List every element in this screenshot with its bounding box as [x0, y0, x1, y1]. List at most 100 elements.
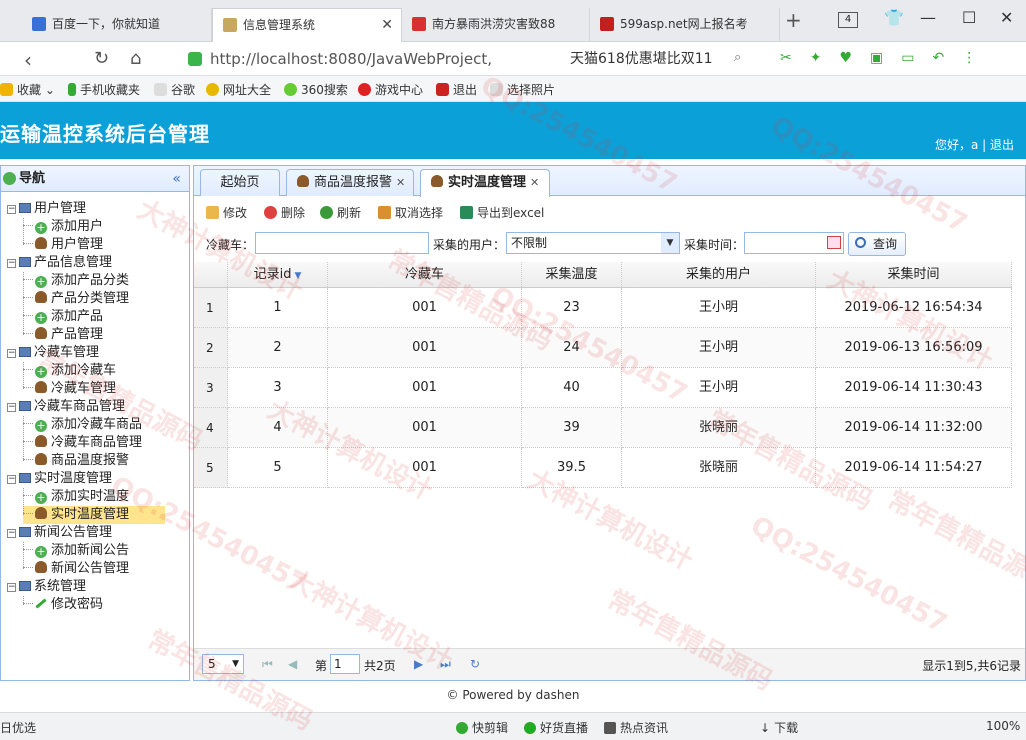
nav-group[interactable]: − 冷藏车管理	[7, 344, 99, 362]
truck-input[interactable]	[255, 232, 429, 254]
home-icon[interactable]: ⌂	[130, 48, 141, 69]
nav-item[interactable]: + 添加冷藏车	[23, 362, 116, 380]
collapse-toggle-icon[interactable]: −	[7, 205, 16, 214]
nav-item[interactable]: 商品温度报警	[23, 452, 129, 470]
status-left[interactable]: 日优选	[0, 719, 36, 736]
reload-icon[interactable]: ↻	[470, 657, 480, 671]
bookmark-sites[interactable]: 网址大全	[206, 81, 271, 98]
tab-count[interactable]: 4	[838, 12, 858, 28]
nav-item[interactable]: 修改密码	[23, 596, 103, 614]
prev-page-icon[interactable]: ◀	[288, 657, 297, 671]
nav-item[interactable]: + 添加产品	[23, 308, 103, 326]
logout-link[interactable]: 退出	[990, 138, 1014, 152]
column-header[interactable]: 采集的用户	[622, 262, 816, 287]
nav-group[interactable]: − 实时温度管理	[7, 470, 112, 488]
collapse-toggle-icon[interactable]: −	[7, 259, 16, 268]
extension-icons[interactable]: ✂✦♥▣▭↶⋮	[780, 50, 994, 66]
nav-item[interactable]: + 添加用户	[23, 218, 103, 236]
next-page-icon[interactable]: ▶	[414, 657, 423, 671]
nav-item[interactable]: 产品分类管理	[23, 290, 129, 308]
time-input[interactable]	[744, 232, 844, 254]
nav-item[interactable]: 新闻公告管理	[23, 560, 129, 578]
status-item[interactable]: ↓ 下载	[760, 719, 798, 736]
bookmark-exit[interactable]: 退出	[436, 81, 477, 98]
nav-item[interactable]: + 添加新闻公告	[23, 542, 129, 560]
chevron-down-icon[interactable]: ▼	[661, 233, 679, 253]
nav-group[interactable]: − 系统管理	[7, 578, 86, 596]
column-header[interactable]: 冷藏车	[328, 262, 522, 287]
column-header[interactable]: 采集温度	[522, 262, 622, 287]
url-field[interactable]: http://localhost:8080/JavaWebProject,	[180, 46, 548, 72]
bookmark-360[interactable]: 360搜索	[284, 81, 348, 98]
status-item[interactable]: 好货直播	[524, 719, 588, 736]
page-size-select[interactable]: 5 ▼	[202, 654, 244, 674]
search-icon[interactable]: ⌕	[734, 50, 741, 65]
last-page-icon[interactable]: ⏭	[440, 657, 451, 672]
minimize-icon[interactable]: —	[920, 8, 936, 27]
nav-group[interactable]: − 用户管理	[7, 200, 86, 218]
column-header[interactable]: 记录id ▼	[228, 262, 328, 287]
table-row[interactable]: 5 5 001 39.5 张晓丽 2019-06-14 11:54:27	[194, 448, 1012, 488]
zoom-level[interactable]: 100%	[986, 719, 1020, 733]
collapse-toggle-icon[interactable]: −	[7, 349, 16, 358]
user-select[interactable]: 不限制 ▼	[506, 232, 680, 254]
nav-item[interactable]: + 添加实时温度	[23, 488, 129, 506]
shirt-icon[interactable]: 👕	[884, 8, 904, 27]
close-icon[interactable]: ✕	[530, 176, 539, 189]
nav-item[interactable]: 冷藏车商品管理	[23, 434, 142, 452]
status-item[interactable]: 热点资讯	[604, 719, 668, 736]
nav-panel: 导航 « − 用户管理 + 添加用户 用户管理 − 产品信息管理 + 添加产品分类 产品分类管理 +…	[0, 165, 190, 681]
cancel-select-button[interactable]: 取消选择	[378, 204, 443, 221]
close-icon[interactable]: ✕	[381, 9, 393, 41]
tab-realtime-temp[interactable]: 实时温度管理 ✕	[420, 169, 550, 197]
table-row[interactable]: 2 2 001 24 王小明 2019-06-13 16:56:09	[194, 328, 1012, 368]
nav-item[interactable]: + 添加冷藏车商品	[23, 416, 142, 434]
export-excel-button[interactable]: 导出到excel	[460, 204, 544, 221]
collapse-toggle-icon[interactable]: −	[7, 403, 16, 412]
edit-button[interactable]: 修改	[206, 204, 247, 221]
window-close-icon[interactable]: ✕	[1000, 8, 1013, 27]
query-button[interactable]: 查询	[848, 232, 907, 256]
nav-item[interactable]: + 添加产品分类	[23, 272, 129, 290]
reload-icon[interactable]: ↻	[94, 48, 109, 69]
bookmark-favorites[interactable]: 收藏 ⌄	[0, 81, 55, 98]
bookmark-games[interactable]: 游戏中心	[358, 81, 423, 98]
nav-item[interactable]: 冷藏车管理	[23, 380, 116, 398]
tab-home[interactable]: 起始页	[200, 169, 280, 196]
table-row[interactable]: 1 1 001 23 王小明 2019-06-12 16:54:34	[194, 288, 1012, 328]
collapse-toggle-icon[interactable]: −	[7, 475, 16, 484]
new-tab-icon[interactable]: +	[785, 8, 802, 32]
nav-group[interactable]: − 冷藏车商品管理	[7, 398, 125, 416]
bookmark-mobile[interactable]: 手机收藏夹	[68, 81, 140, 98]
collapse-toggle-icon[interactable]: −	[7, 583, 16, 592]
globe-icon	[3, 172, 16, 185]
back-icon[interactable]: ‹	[24, 48, 32, 72]
collapse-toggle-icon[interactable]: −	[7, 529, 16, 538]
browser-tab-active[interactable]: 信息管理系统 ✕	[212, 8, 402, 42]
nav-item[interactable]: 用户管理	[23, 236, 103, 254]
refresh-button[interactable]: 刷新	[320, 204, 361, 221]
table-row[interactable]: 4 4 001 39 张晓丽 2019-06-14 11:32:00	[194, 408, 1012, 448]
nav-group[interactable]: − 产品信息管理	[7, 254, 112, 272]
row-number: 1	[194, 288, 228, 328]
table-row[interactable]: 3 3 001 40 王小明 2019-06-14 11:30:43	[194, 368, 1012, 408]
calendar-icon[interactable]	[827, 236, 841, 249]
nav-item[interactable]: 产品管理	[23, 326, 103, 344]
bookmark-google[interactable]: 谷歌	[154, 81, 195, 98]
search-field[interactable]: 天猫618优惠堪比双11	[560, 46, 750, 72]
bookmark-photos[interactable]: 选择照片	[490, 81, 555, 98]
column-header[interactable]: 采集时间	[816, 262, 1012, 287]
tab-temp-alarm[interactable]: 商品温度报警 ✕	[286, 169, 414, 196]
status-item[interactable]: 快剪辑	[456, 719, 508, 736]
nav-group[interactable]: − 新闻公告管理	[7, 524, 112, 542]
close-icon[interactable]: ✕	[396, 176, 405, 189]
browser-tab-baidu[interactable]: 百度一下，你就知道	[22, 8, 212, 42]
delete-button[interactable]: 删除	[264, 204, 305, 221]
first-page-icon[interactable]: ⏮	[262, 657, 273, 672]
page-input[interactable]: 1	[330, 654, 360, 674]
collapse-icon[interactable]: «	[172, 166, 181, 192]
browser-tab-news[interactable]: 南方暴雨洪涝灾害致88	[402, 8, 590, 42]
nav-item[interactable]: 实时温度管理	[23, 506, 166, 524]
maximize-icon[interactable]: ☐	[962, 8, 976, 27]
browser-tab-asp[interactable]: 599asp.net网上报名考	[590, 8, 780, 42]
